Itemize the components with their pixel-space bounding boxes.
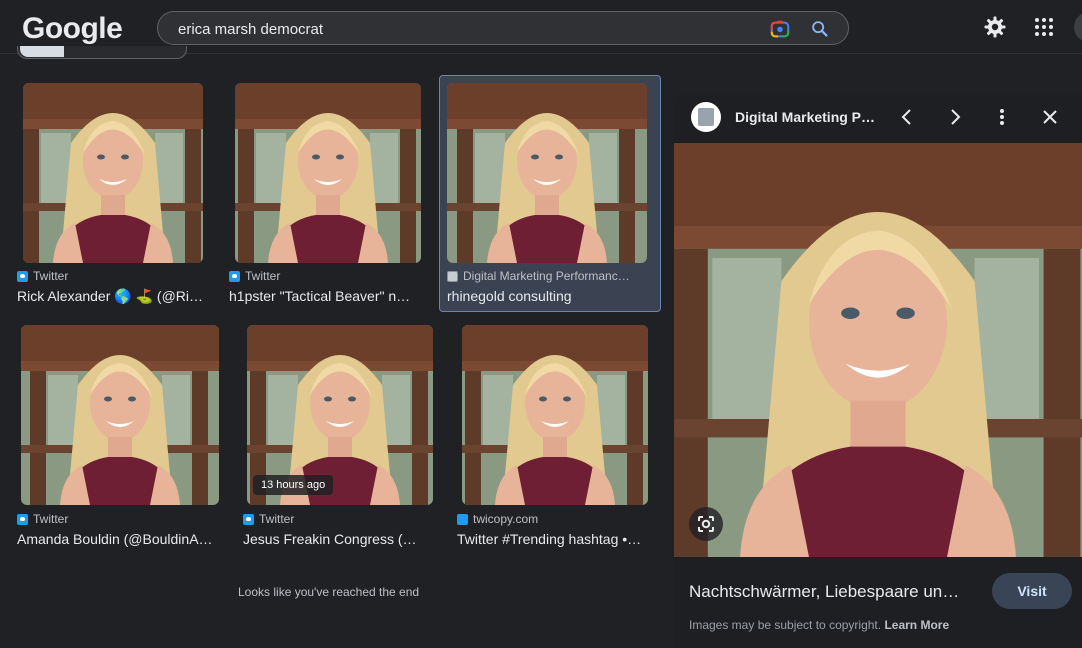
close-icon[interactable] bbox=[1039, 106, 1061, 128]
settings-gear-icon[interactable] bbox=[983, 15, 1007, 39]
image-preview-panel: Digital Marketing P… Nachtschwärmer, Lie… bbox=[674, 93, 1082, 648]
result-title[interactable]: rhinegold consulting bbox=[447, 288, 647, 304]
site-favicon-icon bbox=[447, 270, 458, 282]
end-of-results-message: Looks like you've reached the end bbox=[238, 585, 420, 599]
search-icon[interactable] bbox=[809, 18, 831, 40]
result-source: twicopy.com bbox=[457, 512, 538, 526]
search-input[interactable] bbox=[178, 19, 748, 39]
result-thumbnail[interactable] bbox=[23, 83, 203, 263]
twitter-icon bbox=[243, 513, 254, 525]
result-thumbnail[interactable]: 13 hours ago bbox=[247, 325, 433, 505]
twitter-icon bbox=[457, 513, 468, 525]
result-thumbnail[interactable] bbox=[447, 83, 647, 263]
result-card-2[interactable]: Twitter h1pster "Tactical Beaver" n… bbox=[227, 76, 427, 310]
filter-chip[interactable] bbox=[17, 46, 187, 59]
result-card-3-selected[interactable]: Digital Marketing Performanc… rhinegold … bbox=[439, 75, 661, 312]
result-source: Digital Marketing Performanc… bbox=[447, 269, 647, 283]
result-card-4[interactable]: Twitter Amanda Bouldin (@BouldinA… bbox=[15, 320, 223, 550]
result-title[interactable]: Amanda Bouldin (@BouldinA… bbox=[17, 531, 221, 547]
panel-header: Digital Marketing P… bbox=[674, 93, 1082, 143]
result-source: Twitter bbox=[243, 512, 294, 526]
twitter-icon bbox=[229, 270, 240, 282]
lens-scan-icon bbox=[698, 516, 714, 532]
source-favicon-icon[interactable] bbox=[691, 102, 721, 132]
google-logo[interactable]: Google bbox=[22, 12, 123, 46]
result-source: Twitter bbox=[17, 512, 68, 526]
result-thumbnail[interactable] bbox=[21, 325, 219, 505]
google-lens-icon[interactable] bbox=[769, 18, 791, 40]
search-box[interactable] bbox=[157, 11, 849, 45]
result-thumbnail[interactable] bbox=[235, 83, 421, 263]
learn-more-link[interactable]: Learn More bbox=[884, 618, 949, 632]
result-source: Twitter bbox=[229, 269, 280, 283]
google-apps-grid-icon[interactable] bbox=[1034, 17, 1054, 37]
twitter-icon bbox=[17, 270, 28, 282]
panel-source-name[interactable]: Digital Marketing P… bbox=[735, 109, 875, 125]
result-title[interactable]: Rick Alexander 🌎 ⛳ (@Ri… bbox=[17, 288, 213, 305]
account-avatar[interactable] bbox=[1074, 12, 1082, 42]
result-card-6[interactable]: twicopy.com Twitter #Trending hashtag •… bbox=[455, 320, 655, 550]
twitter-icon bbox=[17, 513, 28, 525]
time-badge: 13 hours ago bbox=[253, 475, 334, 495]
chevron-left-icon[interactable] bbox=[896, 106, 918, 128]
result-thumbnail[interactable] bbox=[462, 325, 648, 505]
result-source: Twitter bbox=[17, 269, 68, 283]
result-card-1[interactable]: Twitter Rick Alexander 🌎 ⛳ (@Ri… bbox=[15, 76, 215, 310]
chevron-right-icon[interactable] bbox=[944, 106, 966, 128]
result-title[interactable]: h1pster "Tactical Beaver" n… bbox=[229, 288, 421, 304]
preview-title[interactable]: Nachtschwärmer, Liebespaare un… bbox=[689, 582, 979, 602]
result-title[interactable]: Jesus Freakin Congress (… bbox=[243, 531, 423, 547]
result-card-5[interactable]: 13 hours ago Twitter Jesus Freakin Congr… bbox=[240, 320, 440, 550]
copyright-notice: Images may be subject to copyright. Lear… bbox=[689, 618, 950, 632]
visual-search-button[interactable] bbox=[689, 507, 723, 541]
result-title[interactable]: Twitter #Trending hashtag •… bbox=[457, 531, 647, 547]
more-vert-icon[interactable] bbox=[991, 106, 1013, 128]
visit-button[interactable]: Visit bbox=[992, 573, 1072, 609]
preview-image[interactable] bbox=[674, 143, 1082, 557]
